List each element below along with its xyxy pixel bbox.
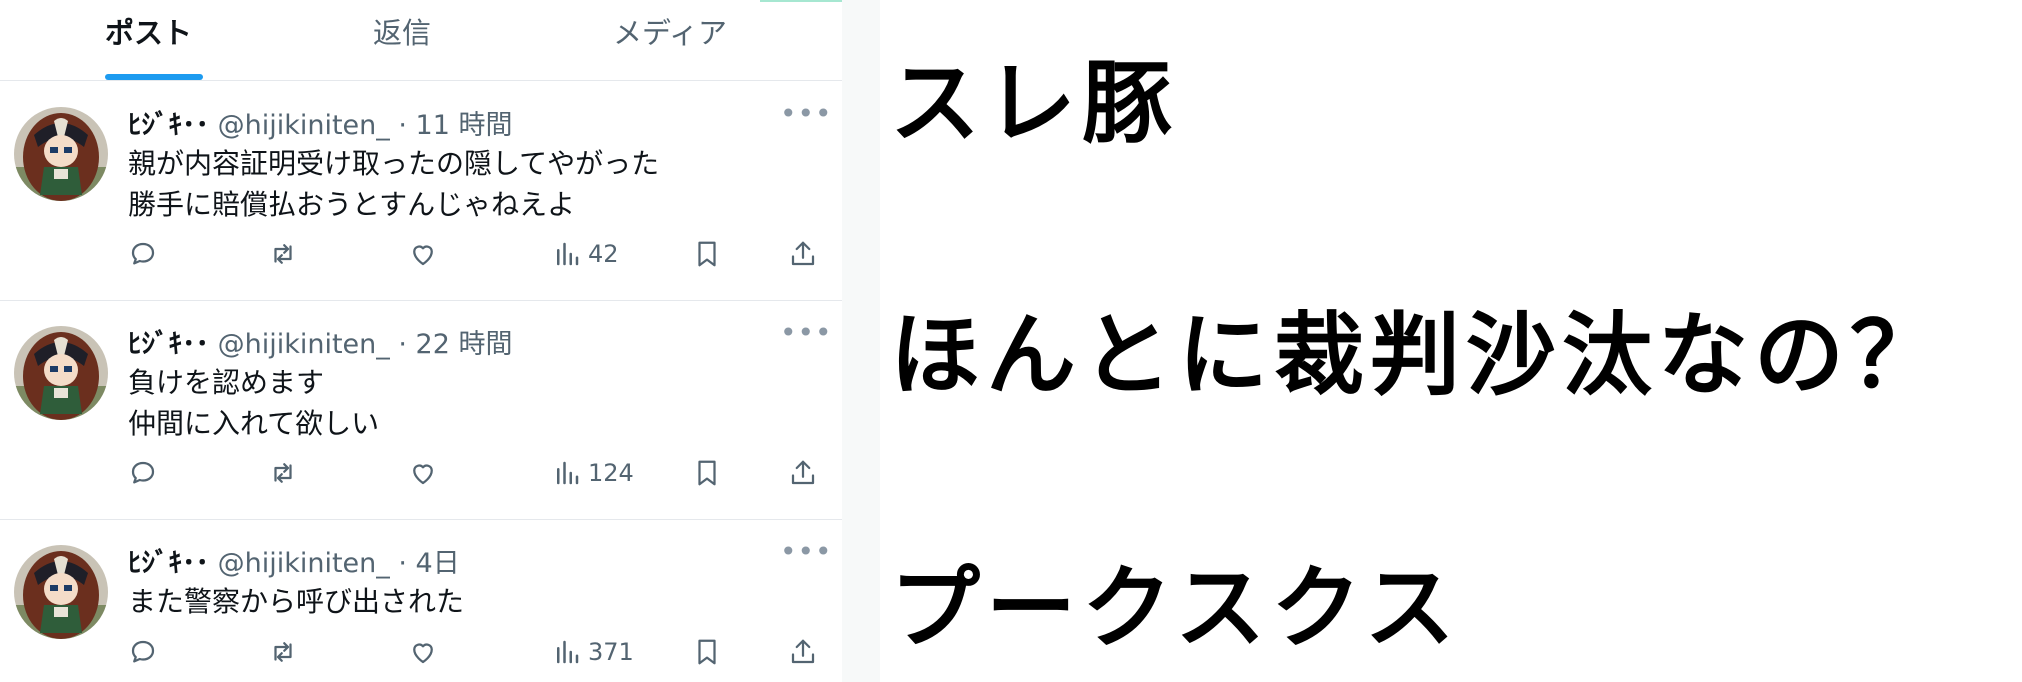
repost-icon [274,244,292,264]
tab-posts[interactable]: ポスト [105,10,192,52]
author-handle[interactable]: @hijikiniten_ [218,329,390,360]
post-text: 親が内容証明受け取ったの隠してやがった 勝手に賠償払おうとすんじゃねえよ [128,143,659,225]
views-button[interactable]: 124 [552,458,634,488]
tab-replies[interactable]: 返信 [373,10,431,52]
repost-button[interactable] [268,637,298,667]
bookmark-button[interactable] [692,458,722,488]
more-options-icon[interactable]: ••• [780,97,833,130]
like-button[interactable] [408,239,438,269]
more-options-icon[interactable]: ••• [780,535,833,568]
post-header: ﾋｼﾞｷ･･ @hijikiniten_ · 4日 [128,541,460,580]
reply-icon [131,461,155,484]
profile-tabs: ポスト 返信 メディア [0,0,842,81]
bookmark-icon [698,460,716,486]
timeline-panel: ポスト 返信 メディア ﾋｼﾞｷ･･ @hijikiniten_ · 11 時間 [0,0,880,682]
repost-icon [274,463,292,483]
view-count: 124 [588,459,634,487]
views-icon [557,461,579,485]
caption-panel: スレ豚 ほんとに裁判沙汰なの？ プークスクス [880,0,2022,682]
share-button[interactable] [788,458,818,488]
author-name[interactable]: ﾋｼﾞｷ･･ [128,110,209,141]
author-handle[interactable]: @hijikiniten_ [218,548,390,579]
caption-line-3: プークスクス [890,556,1461,661]
like-icon [413,464,433,485]
post[interactable]: ﾋｼﾞｷ･･ @hijikiniten_ · 11 時間 ••• 親が内容証明受… [0,81,842,301]
bookmark-icon [698,241,716,267]
author-handle[interactable]: @hijikiniten_ [218,110,390,141]
more-options-icon[interactable]: ••• [780,316,833,349]
active-tab-indicator [105,74,203,80]
post-text-line: 仲間に入れて欲しい [128,407,380,440]
post-text-line: 親が内容証明受け取ったの隠してやがった [128,147,660,180]
share-button[interactable] [788,239,818,269]
repost-icon [274,642,292,662]
views-button[interactable]: 42 [552,239,619,269]
like-button[interactable] [408,458,438,488]
avatar[interactable] [14,107,108,201]
post-text-line: 勝手に賠償払おうとすんじゃねえよ [128,188,576,221]
post[interactable]: ﾋｼﾞｷ･･ @hijikiniten_ · 4日 ••• また警察から呼び出さ… [0,519,842,682]
view-count: 42 [588,240,619,268]
reply-button[interactable] [128,239,158,269]
views-icon [557,242,579,266]
post-text-line: また警察から呼び出された [128,585,465,618]
views-icon [557,640,579,664]
author-name[interactable]: ﾋｼﾞｷ･･ [128,329,209,360]
reply-button[interactable] [128,637,158,667]
like-icon [413,643,433,664]
repost-button[interactable] [268,458,298,488]
bookmark-icon [698,639,716,665]
share-icon [791,460,815,485]
like-icon [413,245,433,266]
share-button[interactable] [788,637,818,667]
caption-line-1: スレ豚 [890,51,1178,156]
bookmark-button[interactable] [692,637,722,667]
panel-gap [842,0,880,682]
post-time[interactable]: · 11 時間 [398,110,512,141]
reply-button[interactable] [128,458,158,488]
caption-line-2: ほんとに裁判沙汰なの？ [890,303,1946,408]
tab-media[interactable]: メディア [613,10,727,52]
reply-icon [131,640,155,663]
post-header: ﾋｼﾞｷ･･ @hijikiniten_ · 11 時間 [128,103,512,142]
views-button[interactable]: 371 [552,637,634,667]
post-text: また警察から呼び出された [128,581,464,622]
author-name[interactable]: ﾋｼﾞｷ･･ [128,548,209,579]
view-count: 371 [588,638,634,666]
bookmark-button[interactable] [692,239,722,269]
repost-button[interactable] [268,239,298,269]
reply-icon [131,242,155,265]
share-icon [791,639,815,664]
like-button[interactable] [408,637,438,667]
post-text: 負けを認めます仲間に入れて欲しい [128,362,379,444]
share-icon [791,241,815,266]
post-time[interactable]: · 4日 [398,548,459,579]
post-header: ﾋｼﾞｷ･･ @hijikiniten_ · 22 時間 [128,322,512,361]
post-text-line: 負けを認めます [128,366,325,399]
avatar[interactable] [14,545,108,639]
post[interactable]: ﾋｼﾞｷ･･ @hijikiniten_ · 22 時間 ••• 負けを認めます… [0,300,842,520]
post-time[interactable]: · 22 時間 [398,329,512,360]
avatar[interactable] [14,326,108,420]
